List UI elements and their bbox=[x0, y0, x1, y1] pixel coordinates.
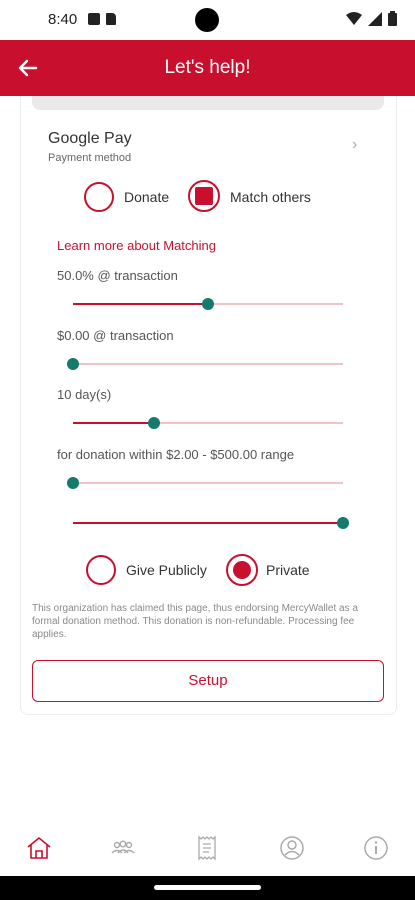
battery-icon bbox=[388, 11, 397, 26]
payment-method-name: Google Pay bbox=[48, 130, 132, 147]
amount-slider-thumb[interactable] bbox=[67, 358, 79, 370]
range-max-thumb[interactable] bbox=[337, 517, 349, 529]
give-publicly-label: Give Publicly bbox=[126, 562, 207, 578]
donate-label: Donate bbox=[124, 189, 170, 205]
days-slider-fill bbox=[73, 422, 154, 424]
previous-section-edge bbox=[32, 96, 384, 110]
chevron-right-icon: › bbox=[352, 136, 358, 153]
percent-slider[interactable] bbox=[73, 298, 343, 310]
percent-slider-label: 50.0% @ transaction bbox=[57, 268, 178, 283]
notification-icon bbox=[88, 13, 100, 25]
learn-more-link[interactable]: Learn more about Matching bbox=[57, 238, 216, 253]
receipt-icon[interactable] bbox=[193, 834, 221, 862]
give-publicly-radio[interactable] bbox=[86, 555, 116, 585]
status-bar: 8:40 bbox=[0, 0, 415, 40]
days-slider-thumb[interactable] bbox=[148, 417, 160, 429]
amount-slider[interactable] bbox=[67, 358, 343, 370]
page-title: Let's help! bbox=[164, 57, 251, 78]
match-others-radio[interactable] bbox=[188, 180, 220, 212]
wifi-icon bbox=[346, 11, 362, 25]
percent-slider-thumb[interactable] bbox=[202, 298, 214, 310]
range-max-slider-fill bbox=[73, 522, 343, 524]
payment-method-caption: Payment method bbox=[48, 152, 132, 164]
home-icon[interactable] bbox=[25, 834, 53, 862]
status-time: 8:40 bbox=[48, 11, 78, 28]
sim-card-icon bbox=[106, 13, 116, 25]
days-slider[interactable] bbox=[73, 417, 343, 429]
community-icon[interactable] bbox=[109, 834, 137, 862]
home-gesture-handle[interactable] bbox=[154, 885, 261, 890]
match-others-label: Match others bbox=[230, 189, 311, 205]
profile-icon[interactable] bbox=[278, 834, 306, 862]
setup-button[interactable]: Setup bbox=[32, 660, 384, 702]
app-bar: Let's help! bbox=[0, 40, 415, 96]
status-icons bbox=[346, 11, 397, 26]
range-slider-label: for donation within $2.00 - $500.00 rang… bbox=[57, 447, 295, 462]
bottom-navigation bbox=[0, 820, 415, 876]
amount-slider-label: $0.00 @ transaction bbox=[57, 328, 174, 343]
private-radio[interactable] bbox=[226, 554, 258, 586]
donate-radio[interactable] bbox=[84, 182, 114, 212]
radio-checked-mark bbox=[195, 187, 213, 205]
days-slider-label: 10 day(s) bbox=[57, 387, 112, 402]
system-gesture-bar bbox=[0, 876, 415, 900]
radio-checked-mark bbox=[233, 561, 251, 579]
info-icon[interactable] bbox=[362, 834, 390, 862]
percent-slider-fill bbox=[73, 303, 208, 305]
range-min-slider[interactable] bbox=[67, 477, 343, 489]
signal-icon bbox=[368, 11, 382, 26]
range-max-slider[interactable] bbox=[73, 517, 349, 529]
camera-cutout bbox=[195, 8, 219, 32]
disclaimer-text: This organization has claimed this page,… bbox=[32, 603, 358, 640]
range-min-thumb[interactable] bbox=[67, 477, 79, 489]
private-label: Private bbox=[266, 562, 310, 578]
